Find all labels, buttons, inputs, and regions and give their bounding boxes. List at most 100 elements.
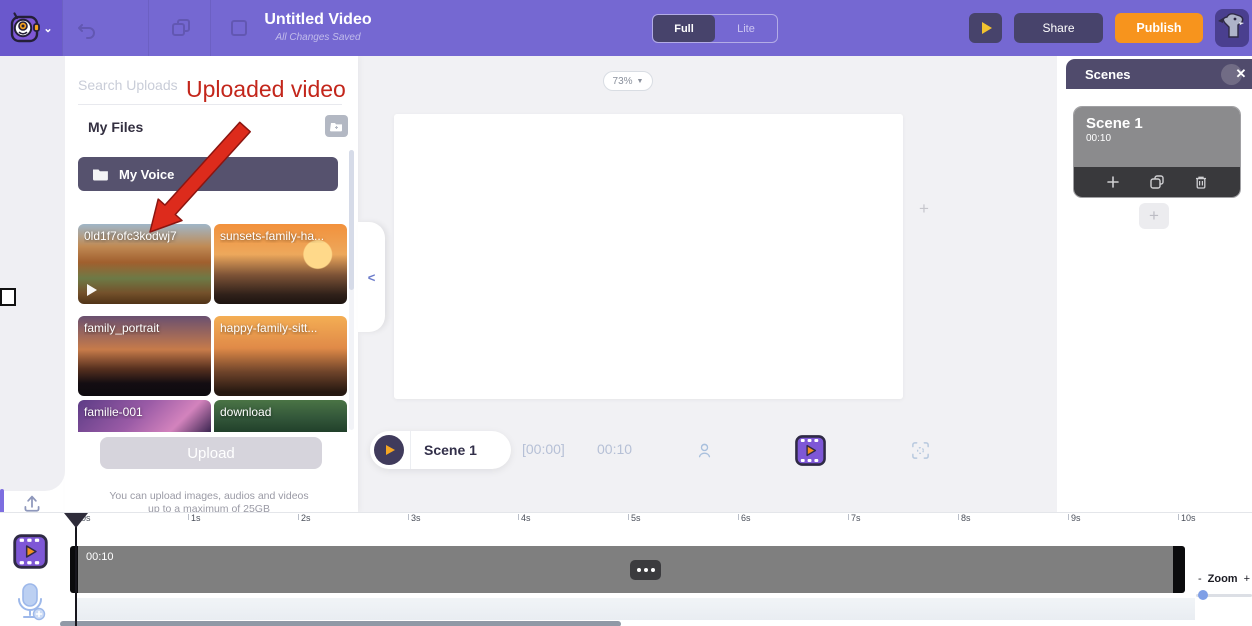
new-folder-button[interactable]	[325, 115, 348, 137]
project-title: Untitled Video	[210, 11, 426, 29]
play-icon	[982, 22, 992, 34]
video-canvas[interactable]	[394, 114, 903, 399]
app-logo[interactable]: ⌄	[0, 0, 62, 56]
toggle-lite[interactable]: Lite	[715, 15, 777, 42]
ruler-tick: 5s	[628, 514, 629, 520]
duplicate-icon[interactable]	[170, 17, 192, 39]
thumbnail-label: familie-001	[84, 405, 207, 419]
media-thumbnail[interactable]: familie-001	[78, 400, 211, 432]
character-voice-icon[interactable]	[695, 441, 714, 460]
playhead-handle[interactable]	[64, 513, 88, 528]
screen-artifact-rectangle	[0, 288, 16, 306]
ruler-tick: 8s	[958, 514, 959, 520]
my-files-heading: My Files	[88, 119, 143, 135]
clip-options-button[interactable]	[630, 560, 661, 580]
upload-button[interactable]: Upload	[100, 437, 322, 469]
full-lite-toggle: Full Lite	[652, 14, 778, 43]
panel-scrollbar[interactable]	[349, 150, 354, 430]
zoom-slider-track[interactable]	[1196, 594, 1252, 597]
logo-chevron-down-icon: ⌄	[43, 22, 52, 35]
annotation-arrow	[140, 117, 256, 243]
ruler-tick: 1s	[188, 514, 189, 520]
zoom-slider-knob[interactable]	[1198, 590, 1208, 600]
toggle-full[interactable]: Full	[653, 15, 715, 42]
mascot-logo-icon	[9, 11, 41, 45]
search-underline	[78, 104, 342, 105]
scene-card-toolbar	[1074, 167, 1240, 197]
publish-button[interactable]: Publish	[1115, 13, 1203, 43]
record-voice-icon[interactable]	[14, 581, 47, 623]
avatar-dog-icon	[1215, 9, 1249, 47]
zoom-in-button[interactable]: +	[1244, 573, 1250, 585]
timeline-zoom-control: - Zoom +	[1196, 573, 1252, 597]
scene-card[interactable]: Scene 1 00:10	[1074, 107, 1240, 197]
scene-card-preview: Scene 1 00:10	[1074, 107, 1240, 167]
audio-track[interactable]	[75, 598, 1195, 620]
zoom-label: Zoom	[1208, 573, 1238, 585]
header-separator	[62, 0, 63, 56]
scene-duration: 00:10	[597, 441, 632, 457]
clip-duration-label: 00:10	[86, 551, 114, 563]
ruler-tick: 9s	[1068, 514, 1069, 520]
media-thumbnail[interactable]: happy-family-sitt...	[214, 316, 347, 396]
media-thumbnail[interactable]: download	[214, 400, 347, 432]
preview-button[interactable]	[969, 13, 1002, 43]
project-title-block[interactable]: Untitled Video All Changes Saved	[210, 11, 426, 43]
thumbnail-play-icon	[87, 284, 97, 296]
ruler-tick: 3s	[408, 514, 409, 520]
ruler-tick: 6s	[738, 514, 739, 520]
play-icon	[386, 445, 395, 455]
focus-frame-icon[interactable]	[910, 440, 931, 461]
scene-start-time: [00:00]	[522, 441, 565, 457]
video-track-clip[interactable]: 00:10	[70, 546, 1185, 593]
thumbnail-label: happy-family-sitt...	[220, 321, 343, 335]
close-icon: ✕	[1236, 66, 1247, 82]
account-avatar[interactable]	[1215, 9, 1249, 47]
canvas-zoom-dropdown[interactable]: 73% ▼	[603, 71, 653, 91]
video-clip-icon[interactable]	[794, 434, 827, 467]
ruler-tick: 7s	[848, 514, 849, 520]
scenes-title: Scenes	[1085, 67, 1131, 82]
annotation-text: Uploaded video	[186, 76, 346, 103]
timeline-horizontal-scrollbar[interactable]	[60, 621, 621, 626]
header-separator	[148, 0, 149, 56]
pill-divider	[410, 431, 411, 469]
canvas-zoom-value: 73%	[613, 76, 633, 87]
playhead-line	[75, 513, 77, 626]
close-scenes-button[interactable]: ✕	[1221, 64, 1242, 85]
collapse-panel-handle[interactable]: <	[358, 222, 385, 332]
video-track-icon[interactable]	[12, 533, 49, 570]
upload-tool-icon[interactable]	[21, 492, 43, 514]
upload-note-line1: You can upload images, audios and videos	[78, 490, 340, 502]
delete-scene-icon[interactable]	[1194, 175, 1208, 190]
chevron-down-icon: ▼	[637, 78, 644, 85]
thumbnail-label: family_portrait	[84, 321, 207, 335]
scene-card-duration: 00:10	[1086, 133, 1240, 144]
clip-body[interactable]	[78, 546, 1173, 593]
share-button[interactable]: Share	[1014, 13, 1103, 43]
tools-sidebar	[0, 56, 65, 491]
scene-play-button[interactable]	[374, 435, 404, 465]
folder-plus-icon	[330, 121, 343, 132]
ruler-tick: 2s	[298, 514, 299, 520]
add-scene-icon[interactable]	[1106, 175, 1120, 189]
undo-icon[interactable]	[76, 17, 98, 39]
canvas-add-placeholder: +	[919, 199, 929, 219]
save-status: All Changes Saved	[210, 32, 426, 43]
scene-name: Scene 1	[424, 442, 477, 458]
scene-name-pill[interactable]: Scene 1	[370, 431, 511, 469]
timeline-area: 0s 1s 2s 3s 4s 5s 6s 7s 8s 9s 10s 00:10 …	[0, 512, 1252, 626]
media-thumbnail[interactable]: family_portrait	[78, 316, 211, 396]
folder-icon	[92, 168, 109, 181]
scene-card-name: Scene 1	[1086, 115, 1240, 132]
ruler-tick: 10s	[1178, 514, 1179, 520]
clip-right-trim-handle[interactable]	[1173, 546, 1185, 593]
duplicate-scene-icon[interactable]	[1149, 174, 1165, 190]
ruler-tick: 4s	[518, 514, 519, 520]
zoom-out-button[interactable]: -	[1198, 573, 1202, 585]
scenes-panel-header: Scenes ✕	[1066, 59, 1252, 89]
chevron-left-icon: <	[368, 270, 376, 285]
add-scene-button[interactable]: +	[1139, 203, 1169, 229]
header-bar: ⌄ Untitled Video All Changes Saved Full …	[0, 0, 1252, 56]
thumbnail-label: download	[220, 405, 343, 419]
